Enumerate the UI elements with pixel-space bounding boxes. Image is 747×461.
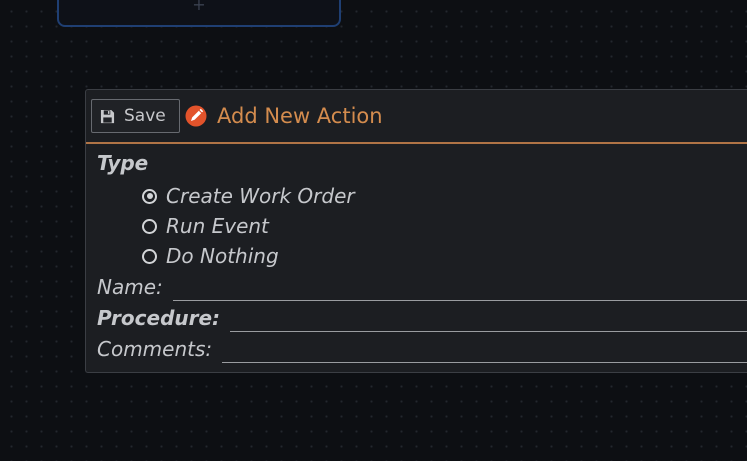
add-action-panel: Save Add New Action Type Create Work Ord… — [85, 89, 747, 373]
radio-do-nothing[interactable]: Do Nothing — [97, 241, 747, 271]
save-button[interactable]: Save — [91, 99, 180, 133]
procedure-field[interactable] — [230, 304, 747, 332]
name-field[interactable] — [172, 273, 747, 301]
add-icon[interactable]: + — [192, 0, 205, 13]
radio-run-event[interactable]: Run Event — [97, 211, 747, 241]
save-button-label: Save — [124, 106, 166, 126]
radio-unchecked-icon[interactable] — [142, 248, 157, 264]
panel-body: Type Create Work Order Run Event Do Noth… — [86, 144, 747, 364]
comments-label: Comments: — [97, 336, 213, 361]
procedure-label: Procedure: — [97, 305, 221, 330]
type-label: Type — [97, 151, 149, 175]
radio-label: Run Event — [166, 214, 269, 238]
radio-label: Create Work Order — [166, 184, 355, 208]
procedure-row: Procedure: — [97, 302, 747, 333]
radio-create-work-order[interactable]: Create Work Order — [97, 181, 747, 211]
comments-field[interactable] — [222, 335, 747, 363]
panel-title: Add New Action — [217, 104, 383, 128]
comments-row: Comments: — [97, 333, 747, 364]
edit-pencil-icon — [185, 105, 207, 127]
radio-unchecked-icon[interactable] — [142, 218, 157, 234]
radio-checked-icon[interactable] — [142, 188, 157, 204]
panel-header: Save Add New Action — [86, 90, 747, 144]
radio-label: Do Nothing — [166, 244, 279, 268]
name-label: Name: — [97, 274, 163, 299]
name-row: Name: — [97, 271, 747, 302]
floppy-disk-icon — [100, 109, 115, 123]
previous-card[interactable]: + — [57, 0, 341, 27]
